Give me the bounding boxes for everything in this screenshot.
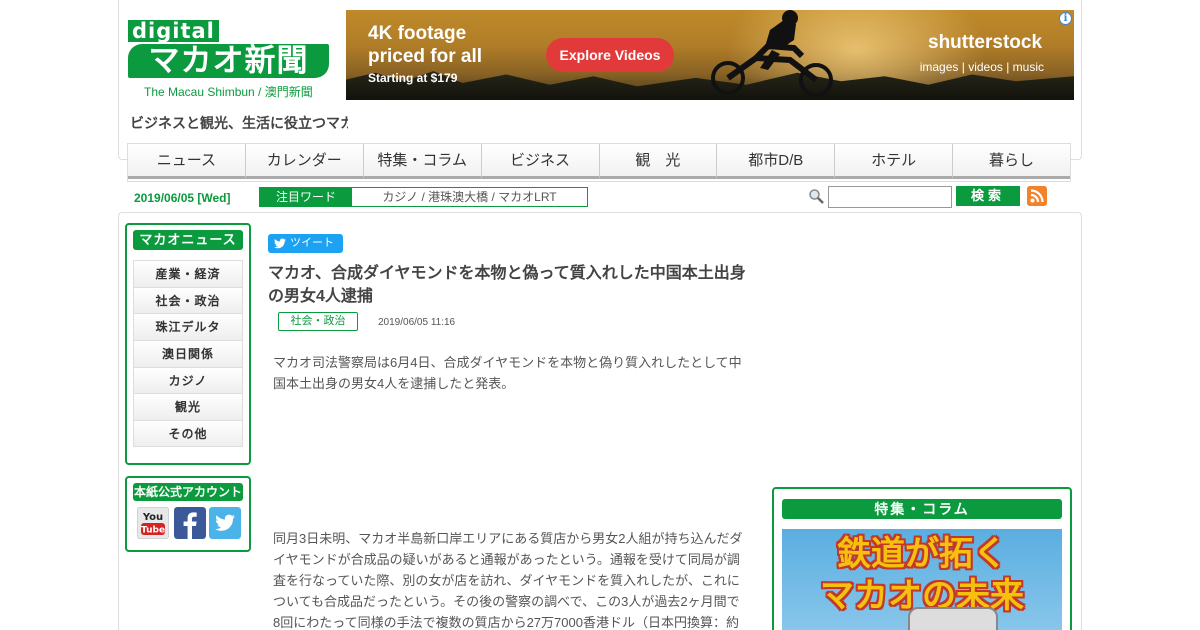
nav-item-features[interactable]: 特集・コラム xyxy=(363,144,482,179)
keyword-bar: 注目ワード カジノ / 港珠澳大橋 / マカオLRT xyxy=(259,187,588,207)
ad-brand: shutterstock xyxy=(928,32,1043,53)
nav-item-living[interactable]: 暮らし xyxy=(953,144,1070,179)
ad-links: images | videos | music xyxy=(919,60,1044,74)
rss-icon[interactable] xyxy=(1027,186,1047,206)
sidebar-item-society[interactable]: 社会・政治 xyxy=(133,286,243,314)
ad-price: Starting at $179 xyxy=(368,71,458,85)
youtube-icon[interactable]: You Tube xyxy=(137,507,169,539)
current-date: 2019/06/05 [Wed] xyxy=(134,191,231,205)
ad-info-icon[interactable]: i xyxy=(1059,12,1072,25)
nav-item-news[interactable]: ニュース xyxy=(128,144,246,179)
main-nav: ニュース カレンダー 特集・コラム ビジネス 観 光 都市D/B ホテル 暮らし xyxy=(127,143,1071,182)
article-title: マカオ、合成ダイヤモンドを本物と偽って質入れした中国本土出身の男女4人逮捕 xyxy=(268,265,746,305)
site-logo[interactable]: digital マカオ新聞 The Macau Shimbun / 澳門新聞 xyxy=(128,18,333,100)
article-datetime: 2019/06/05 11:16 xyxy=(378,317,456,328)
ad-explore-button[interactable]: Explore Videos xyxy=(546,38,674,72)
sidebar-item-industry[interactable]: 産業・経済 xyxy=(133,260,243,287)
article-category-tag[interactable]: 社会・政治 xyxy=(278,312,358,331)
sidebar-item-casino[interactable]: カジノ xyxy=(133,366,243,394)
train-icon xyxy=(908,607,998,630)
nav-item-calendar[interactable]: カレンダー xyxy=(245,144,364,179)
nav-item-business[interactable]: ビジネス xyxy=(481,144,600,179)
tweet-button[interactable]: ツイート xyxy=(268,234,343,253)
svg-text:Tube: Tube xyxy=(141,526,165,536)
nav-item-hotel[interactable]: ホテル xyxy=(835,144,954,179)
search-icon xyxy=(809,189,824,204)
logo-main: マカオ新聞 xyxy=(128,44,329,78)
logo-subtitle: The Macau Shimbun / 澳門新聞 xyxy=(144,85,313,99)
sidebar-item-other[interactable]: その他 xyxy=(133,420,243,447)
sidebar-item-macau-japan[interactable]: 澳日関係 xyxy=(133,340,243,367)
feature-banner-text: 鉄道が拓く マカオの未来 xyxy=(820,534,1024,616)
search-button[interactable]: 検索 xyxy=(956,186,1020,206)
twitter-icon[interactable] xyxy=(209,507,241,539)
sidebar-category-list: 産業・経済 社会・政治 珠江デルタ 澳日関係 カジノ 観光 その他 xyxy=(133,260,243,447)
site-tagline: ビジネスと観光、生活に役立つマカオ xyxy=(130,115,348,131)
banner-ad[interactable]: 4K footage priced for all Starting at $1… xyxy=(346,10,1074,100)
feature-banner-image[interactable]: 鉄道が拓く マカオの未来 xyxy=(782,529,1062,630)
keyword-label: 注目ワード xyxy=(260,188,352,206)
nav-item-tourism[interactable]: 観 光 xyxy=(599,144,718,179)
article-paragraph-2: 同月3日未明、マカオ半島新口岸エリアにある質店から男女2人組が持ち込んだダイヤモ… xyxy=(273,531,743,630)
sidebar-item-prd[interactable]: 珠江デルタ xyxy=(133,313,243,341)
feature-title: 特集・コラム xyxy=(782,499,1062,519)
sidebar-title: マカオニュース xyxy=(133,230,243,250)
svg-text:You: You xyxy=(142,512,163,523)
facebook-icon[interactable] xyxy=(174,507,206,539)
nav-item-city-db[interactable]: 都市D/B xyxy=(717,144,836,179)
sidebar-item-tourism[interactable]: 観光 xyxy=(133,393,243,421)
logo-digital: digital xyxy=(128,20,219,42)
article-paragraph-1: マカオ司法警察局は6月4日、合成ダイヤモンドを本物と偽り質入れしたとして中国本土… xyxy=(273,355,742,391)
keyword-links[interactable]: カジノ / 港珠澳大橋 / マカオLRT xyxy=(352,188,587,206)
tweet-label: ツイート xyxy=(290,237,334,249)
search-input[interactable] xyxy=(828,186,952,208)
motorbike-rider-icon xyxy=(711,10,833,97)
official-accounts-title: 本紙公式アカウント xyxy=(133,483,243,501)
twitter-bird-icon xyxy=(274,238,286,249)
ad-headline: 4K footage priced for all xyxy=(368,23,483,67)
